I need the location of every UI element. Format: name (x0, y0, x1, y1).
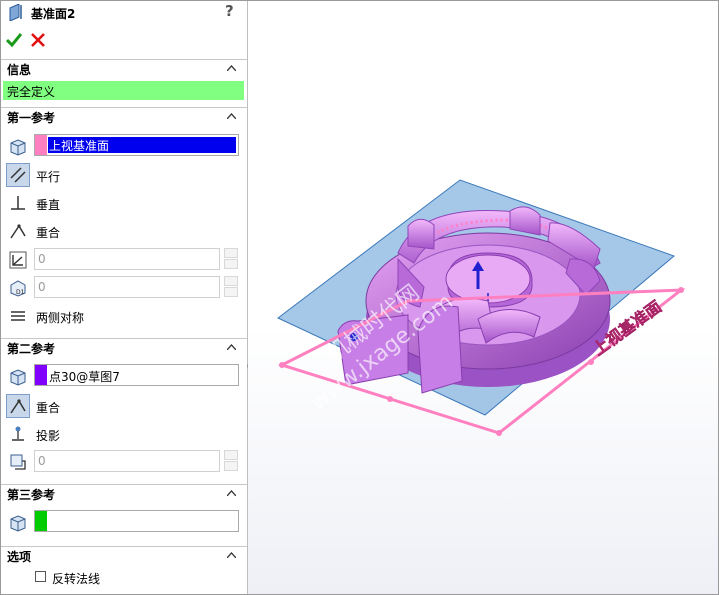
svg-text:D1: D1 (16, 289, 25, 296)
second-distance-stepper[interactable]: 0 (34, 450, 239, 472)
second-reference-selection-row: 点30@草图7 (1, 364, 247, 390)
color-swatch (35, 135, 47, 155)
distance-value: 0 (38, 280, 46, 294)
constraint-coincident[interactable]: 重合 (1, 218, 247, 244)
close-icon[interactable] (30, 32, 46, 48)
distance-row: D1 0 (1, 275, 247, 301)
angle-icon[interactable] (6, 248, 30, 272)
constraint-label: 平行 (36, 170, 61, 184)
offset-distance-icon[interactable]: D1 (6, 276, 30, 300)
section-header-info[interactable]: 信息 (1, 59, 247, 78)
spin-up-button[interactable] (224, 276, 238, 286)
property-manager-header: 基准面2 ? (1, 1, 247, 25)
section-header-options[interactable]: 选项 (1, 546, 247, 565)
parallel-icon[interactable] (6, 163, 30, 187)
chevron-up-icon[interactable] (227, 490, 236, 496)
distance-input[interactable]: 0 (34, 276, 220, 298)
constraint-coincident[interactable]: 重合 (1, 393, 247, 419)
model-scene[interactable]: 上视基准面 机械时代网 www.jxage.com (248, 1, 718, 594)
section-title: 信息 (7, 63, 32, 77)
feature-title: 基准面2 (31, 7, 76, 21)
constraint-label: 重合 (36, 401, 61, 415)
perpendicular-icon[interactable] (6, 191, 30, 215)
datum-plane-icon (9, 4, 22, 21)
second-distance-row: 0 (1, 449, 247, 475)
chevron-up-icon[interactable] (227, 344, 236, 350)
flip-normal-checkbox[interactable] (35, 571, 46, 582)
section-title: 第一参考 (7, 111, 56, 125)
project-icon[interactable] (6, 422, 30, 446)
spin-up-button[interactable] (224, 248, 238, 258)
section-title: 第二参考 (7, 342, 56, 356)
constraint-label: 重合 (36, 226, 61, 240)
second-reference-input[interactable]: 点30@草图7 (34, 364, 239, 386)
graphics-viewport[interactable]: 上视基准面 机械时代网 www.jxage.com (248, 1, 718, 594)
angle-input[interactable]: 0 (34, 248, 220, 270)
section-header-first-reference[interactable]: 第一参考 (1, 107, 247, 126)
symmetric-label: 两侧对称 (36, 311, 85, 325)
first-reference-input[interactable]: 上视基准面 (34, 134, 239, 156)
section-title: 第三参考 (7, 488, 56, 502)
spin-down-button[interactable] (224, 259, 238, 269)
first-reference-selection-row: 上视基准面 (1, 134, 247, 160)
reference-entity-icon (6, 365, 30, 389)
distance-value: 0 (38, 454, 46, 468)
chevron-up-icon[interactable] (227, 552, 236, 558)
constraint-parallel[interactable]: 平行 (1, 162, 247, 188)
section-title: 选项 (7, 550, 32, 564)
selection-text: 点30@草图7 (49, 370, 120, 384)
coincident-icon[interactable] (6, 219, 30, 243)
section-header-third-reference[interactable]: 第三参考 (1, 484, 247, 503)
constraint-label: 投影 (36, 429, 61, 443)
symmetric-row[interactable]: 两侧对称 (1, 303, 247, 329)
offset-distance-icon[interactable] (6, 450, 30, 474)
status-badge: 完全定义 (3, 81, 244, 100)
checkmark-icon[interactable] (6, 32, 22, 48)
third-reference-selection-row (1, 510, 247, 536)
second-distance-input[interactable]: 0 (34, 450, 220, 472)
property-manager: 基准面2 ? 信息 完全定义 第一参考 上视基准面 平行 垂直 重合 0 D1 … (1, 1, 248, 594)
spin-up-button[interactable] (224, 450, 238, 460)
angle-stepper[interactable]: 0 (34, 248, 239, 270)
constraint-label: 垂直 (36, 198, 61, 212)
reference-entity-icon (6, 135, 30, 159)
reference-entity-icon (6, 511, 30, 535)
color-swatch (35, 365, 47, 385)
coincident-icon[interactable] (6, 394, 30, 418)
window-frame: 基准面2 ? 信息 完全定义 第一参考 上视基准面 平行 垂直 重合 0 D1 … (0, 0, 719, 595)
help-icon[interactable]: ? (225, 2, 234, 20)
spin-down-button[interactable] (224, 461, 238, 471)
angle-row: 0 (1, 247, 247, 273)
flip-normal-label: 反转法线 (52, 572, 101, 586)
distance-stepper[interactable]: 0 (34, 276, 239, 298)
angle-value: 0 (38, 252, 46, 266)
spin-down-button[interactable] (224, 287, 238, 297)
selection-text: 上视基准面 (49, 139, 110, 153)
section-header-second-reference[interactable]: 第二参考 (1, 338, 247, 357)
third-reference-input[interactable] (34, 510, 239, 532)
symmetric-icon[interactable] (6, 304, 30, 328)
constraint-perpendicular[interactable]: 垂直 (1, 190, 247, 216)
color-swatch (35, 511, 47, 531)
constraint-project[interactable]: 投影 (1, 421, 247, 447)
chevron-up-icon[interactable] (227, 113, 236, 119)
status-text: 完全定义 (7, 85, 56, 99)
chevron-up-icon[interactable] (227, 65, 236, 71)
